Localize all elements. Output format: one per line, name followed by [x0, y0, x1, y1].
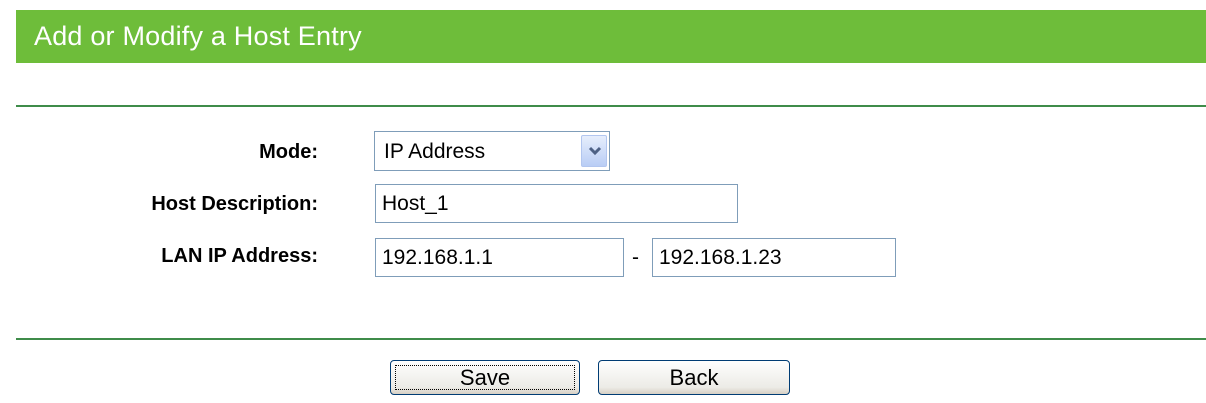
page-title: Add or Modify a Host Entry	[16, 10, 1206, 63]
host-description-input[interactable]	[375, 184, 738, 223]
ip-range-separator: -	[632, 246, 639, 269]
mode-select[interactable]: IP Address	[374, 131, 610, 171]
lan-ip-start-input[interactable]	[375, 238, 624, 277]
host-description-label: Host Description:	[151, 193, 318, 215]
divider-bottom	[16, 338, 1206, 340]
save-button[interactable]: Save	[390, 360, 580, 395]
focus-ring	[395, 365, 575, 390]
divider-top	[16, 105, 1206, 107]
mode-select-value: IP Address	[384, 140, 486, 163]
lan-ip-end-input[interactable]	[652, 238, 896, 277]
back-button[interactable]: Back	[598, 360, 790, 395]
chevron-down-icon[interactable]	[581, 135, 607, 167]
mode-label: Mode:	[259, 141, 318, 163]
back-button-label: Back	[669, 365, 719, 390]
lan-ip-label: LAN IP Address:	[161, 245, 318, 267]
